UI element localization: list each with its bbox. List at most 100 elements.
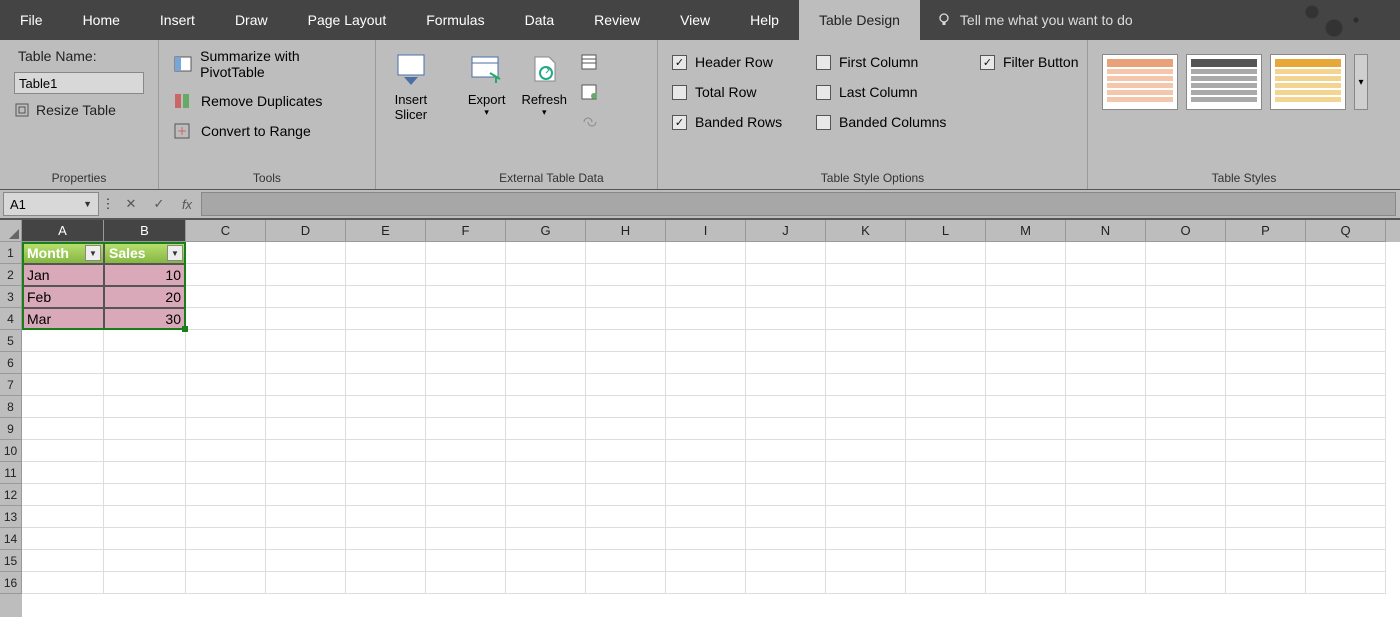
style-swatch-1[interactable] bbox=[1102, 54, 1178, 110]
cell-A10[interactable] bbox=[22, 440, 104, 462]
cell-M15[interactable] bbox=[986, 550, 1066, 572]
fx-icon[interactable]: fx bbox=[173, 197, 201, 212]
cell-F12[interactable] bbox=[426, 484, 506, 506]
cell-D15[interactable] bbox=[266, 550, 346, 572]
cell-G5[interactable] bbox=[506, 330, 586, 352]
cell-E4[interactable] bbox=[346, 308, 426, 330]
cell-B10[interactable] bbox=[104, 440, 186, 462]
cell-G8[interactable] bbox=[506, 396, 586, 418]
cell-I3[interactable] bbox=[666, 286, 746, 308]
cell-I7[interactable] bbox=[666, 374, 746, 396]
cell-I14[interactable] bbox=[666, 528, 746, 550]
cell-Q8[interactable] bbox=[1306, 396, 1386, 418]
cell-K13[interactable] bbox=[826, 506, 906, 528]
row-header-6[interactable]: 6 bbox=[0, 352, 22, 374]
cell-E15[interactable] bbox=[346, 550, 426, 572]
first-column-checkbox[interactable]: First Column bbox=[816, 54, 976, 70]
total-row-checkbox[interactable]: Total Row bbox=[672, 84, 812, 100]
cell-O13[interactable] bbox=[1146, 506, 1226, 528]
cell-G16[interactable] bbox=[506, 572, 586, 594]
row-header-9[interactable]: 9 bbox=[0, 418, 22, 440]
row-header-3[interactable]: 3 bbox=[0, 286, 22, 308]
fill-handle[interactable] bbox=[182, 326, 188, 332]
column-header-K[interactable]: K bbox=[826, 220, 906, 242]
cell-D2[interactable] bbox=[266, 264, 346, 286]
cell-Q15[interactable] bbox=[1306, 550, 1386, 572]
filter-button-sales[interactable]: ▼ bbox=[167, 245, 183, 261]
cancel-icon[interactable]: ✕ bbox=[117, 196, 145, 212]
cell-O8[interactable] bbox=[1146, 396, 1226, 418]
cell-M4[interactable] bbox=[986, 308, 1066, 330]
column-header-I[interactable]: I bbox=[666, 220, 746, 242]
cell-A11[interactable] bbox=[22, 462, 104, 484]
cell-Q10[interactable] bbox=[1306, 440, 1386, 462]
cell-N9[interactable] bbox=[1066, 418, 1146, 440]
tab-file[interactable]: File bbox=[0, 0, 63, 40]
cell-C1[interactable] bbox=[186, 242, 266, 264]
cell-O14[interactable] bbox=[1146, 528, 1226, 550]
cell-C11[interactable] bbox=[186, 462, 266, 484]
cell-A6[interactable] bbox=[22, 352, 104, 374]
cell-B9[interactable] bbox=[104, 418, 186, 440]
cell-A1[interactable]: Month▼ bbox=[22, 242, 104, 264]
cell-P13[interactable] bbox=[1226, 506, 1306, 528]
cell-G4[interactable] bbox=[506, 308, 586, 330]
cell-N10[interactable] bbox=[1066, 440, 1146, 462]
cell-J9[interactable] bbox=[746, 418, 826, 440]
cell-E5[interactable] bbox=[346, 330, 426, 352]
cell-K12[interactable] bbox=[826, 484, 906, 506]
cell-I9[interactable] bbox=[666, 418, 746, 440]
cell-F9[interactable] bbox=[426, 418, 506, 440]
cell-K9[interactable] bbox=[826, 418, 906, 440]
cell-D16[interactable] bbox=[266, 572, 346, 594]
cell-E1[interactable] bbox=[346, 242, 426, 264]
cell-M7[interactable] bbox=[986, 374, 1066, 396]
cell-C6[interactable] bbox=[186, 352, 266, 374]
cell-C14[interactable] bbox=[186, 528, 266, 550]
cell-P1[interactable] bbox=[1226, 242, 1306, 264]
cell-H14[interactable] bbox=[586, 528, 666, 550]
cell-O2[interactable] bbox=[1146, 264, 1226, 286]
cell-Q14[interactable] bbox=[1306, 528, 1386, 550]
cell-Q12[interactable] bbox=[1306, 484, 1386, 506]
cell-F2[interactable] bbox=[426, 264, 506, 286]
cell-F5[interactable] bbox=[426, 330, 506, 352]
cell-O5[interactable] bbox=[1146, 330, 1226, 352]
cell-J8[interactable] bbox=[746, 396, 826, 418]
cell-E8[interactable] bbox=[346, 396, 426, 418]
refresh-button[interactable]: Refresh ▾ bbox=[513, 48, 575, 118]
cell-P5[interactable] bbox=[1226, 330, 1306, 352]
cell-Q13[interactable] bbox=[1306, 506, 1386, 528]
cell-J10[interactable] bbox=[746, 440, 826, 462]
cell-I10[interactable] bbox=[666, 440, 746, 462]
cell-M11[interactable] bbox=[986, 462, 1066, 484]
cell-P14[interactable] bbox=[1226, 528, 1306, 550]
cell-E11[interactable] bbox=[346, 462, 426, 484]
cell-G11[interactable] bbox=[506, 462, 586, 484]
cell-A7[interactable] bbox=[22, 374, 104, 396]
header-row-checkbox[interactable]: Header Row bbox=[672, 54, 812, 70]
column-header-M[interactable]: M bbox=[986, 220, 1066, 242]
cell-M14[interactable] bbox=[986, 528, 1066, 550]
cell-L14[interactable] bbox=[906, 528, 986, 550]
cell-G6[interactable] bbox=[506, 352, 586, 374]
row-header-4[interactable]: 4 bbox=[0, 308, 22, 330]
cell-M12[interactable] bbox=[986, 484, 1066, 506]
cell-P2[interactable] bbox=[1226, 264, 1306, 286]
cell-L12[interactable] bbox=[906, 484, 986, 506]
cell-I6[interactable] bbox=[666, 352, 746, 374]
cell-G2[interactable] bbox=[506, 264, 586, 286]
cell-A16[interactable] bbox=[22, 572, 104, 594]
cell-G3[interactable] bbox=[506, 286, 586, 308]
cell-D11[interactable] bbox=[266, 462, 346, 484]
cell-K6[interactable] bbox=[826, 352, 906, 374]
cell-D13[interactable] bbox=[266, 506, 346, 528]
cell-P10[interactable] bbox=[1226, 440, 1306, 462]
cell-B15[interactable] bbox=[104, 550, 186, 572]
cell-N16[interactable] bbox=[1066, 572, 1146, 594]
cell-A5[interactable] bbox=[22, 330, 104, 352]
cell-H16[interactable] bbox=[586, 572, 666, 594]
cell-Q5[interactable] bbox=[1306, 330, 1386, 352]
cell-H13[interactable] bbox=[586, 506, 666, 528]
tab-data[interactable]: Data bbox=[505, 0, 575, 40]
